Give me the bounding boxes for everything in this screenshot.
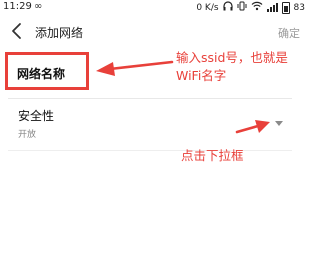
annotation-dropdown-note: 点击下拉框	[181, 148, 244, 163]
security-value: 开放	[18, 130, 37, 140]
network-speed: 0 K/s	[196, 2, 219, 13]
vibrate-icon	[237, 1, 247, 14]
battery-icon	[281, 1, 290, 14]
wifi-icon	[251, 1, 263, 14]
title-bar: 添加网络 确定	[0, 18, 307, 46]
infinity-icon: ∞	[34, 1, 43, 12]
page-title: 添加网络	[35, 26, 84, 40]
network-name-label: 网络名称	[17, 67, 66, 81]
annotation-ssid-note: 输入ssid号，也就是WiFi名字	[176, 50, 288, 83]
battery-level: 83	[293, 2, 305, 13]
dropdown-triangle-icon[interactable]	[274, 120, 284, 127]
add-network-screen: 11:29 ∞ 0 K/s 83 添加网络 确定 网络名称 安全性 开放 输入s…	[0, 0, 307, 279]
status-time: 11:29	[3, 1, 32, 12]
signal-icon	[266, 3, 278, 12]
back-arrow-icon[interactable]	[10, 22, 24, 40]
confirm-button[interactable]: 确定	[278, 25, 300, 41]
status-bar: 11:29 ∞ 0 K/s 83	[0, 0, 307, 16]
security-label: 安全性	[18, 109, 55, 123]
status-icons: 0 K/s 83	[196, 1, 305, 14]
headphones-icon	[222, 1, 233, 14]
